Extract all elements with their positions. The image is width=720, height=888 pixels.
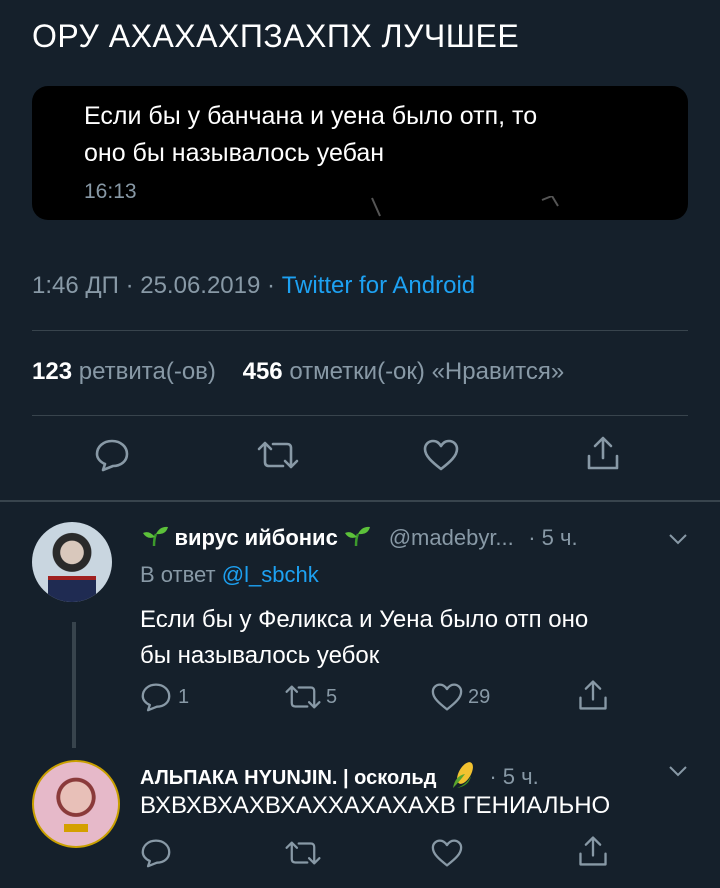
- reply-text: Если бы у Феликса и Уена было отп оно бы…: [140, 602, 588, 674]
- quoted-line-1: Если бы у банчана и уена было отп, то: [84, 102, 538, 130]
- share-icon[interactable]: [576, 678, 610, 712]
- tweet-client-link[interactable]: Twitter for Android: [282, 272, 475, 299]
- share-icon[interactable]: [576, 834, 610, 868]
- reply-icon[interactable]: [94, 438, 130, 472]
- reply-author-name[interactable]: АЛЬПАКА HYUNJIN. | оскольд: [140, 767, 436, 789]
- quoted-line-2: оно бы называлось уебан: [84, 139, 385, 167]
- avatar[interactable]: [32, 522, 112, 602]
- reply-author-handle[interactable]: @madebyr...: [389, 525, 514, 550]
- like-icon[interactable]: [422, 438, 460, 472]
- avatar-accent: [64, 824, 88, 832]
- reply-text-line-1: Если бы у Феликса и Уена было отп оно: [140, 606, 589, 633]
- corn-icon: [452, 762, 473, 788]
- retweet-count[interactable]: 123: [32, 358, 72, 385]
- retweet-icon[interactable]: [256, 440, 300, 470]
- reply-to: В ответ @l_sbchk: [140, 562, 319, 588]
- tweet-text: ОРУ АХАХАХПЗАХПХ ЛУЧШЕЕ: [32, 18, 520, 54]
- thread-connector-line: [72, 622, 76, 748]
- like-count[interactable]: 456: [243, 358, 283, 385]
- sketch-decoration-icon: [371, 196, 559, 217]
- retweet-count: 5: [326, 686, 338, 708]
- retweet-icon[interactable]: [284, 840, 322, 866]
- retweet-label[interactable]: ретвита(-ов): [79, 358, 216, 385]
- retweet-icon[interactable]: [284, 684, 322, 710]
- reply-time: · 5 ч.: [528, 525, 578, 550]
- avatar[interactable]: [32, 760, 120, 848]
- reply-icon[interactable]: [140, 838, 172, 868]
- like-icon[interactable]: [430, 682, 464, 712]
- quoted-message-time: 16:13: [84, 180, 137, 203]
- reply-to-handle-link[interactable]: @l_sbchk: [222, 562, 319, 587]
- reply-text: ВХВХВХАХВХАХХАХАХАХВ ГЕНИАЛЬНО: [140, 792, 611, 819]
- reply-time: · 5 ч.: [489, 764, 539, 789]
- quoted-message-text: Если бы у банчана и уена было отп, то он…: [84, 98, 537, 172]
- reply-header: АЛЬПАКА HYUNJIN. | оскольд · 5 ч.: [140, 760, 539, 790]
- divider: [32, 330, 688, 331]
- seedling-icon: [143, 526, 168, 547]
- avatar-scarf: [48, 576, 96, 602]
- seedling-icon: [345, 526, 371, 547]
- reply-header: вирус ийбонис @madebyr... · 5 ч.: [140, 524, 578, 551]
- tweet-action-bar: [32, 430, 688, 480]
- divider: [32, 415, 688, 416]
- reply-icon[interactable]: [140, 682, 172, 712]
- like-label[interactable]: отметки(-ок) «Нравится»: [289, 358, 564, 385]
- chevron-down-icon[interactable]: [668, 532, 688, 546]
- chevron-down-icon[interactable]: [668, 764, 688, 778]
- quoted-message-image[interactable]: Если бы у банчана и уена было отп, то он…: [32, 86, 688, 220]
- reply-text-line-2: бы называлось уебок: [140, 642, 380, 669]
- reply-author-name[interactable]: вирус ийбонис: [174, 525, 337, 550]
- reply-tweet[interactable]: АЛЬПАКА HYUNJIN. | оскольд · 5 ч. ВХВХВХ…: [0, 752, 720, 888]
- like-icon[interactable]: [430, 838, 464, 868]
- tweet-date: 25.06.2019: [140, 272, 261, 299]
- like-count: 29: [468, 686, 491, 708]
- share-icon[interactable]: [584, 434, 622, 472]
- tweet-meta: 1:46 ДП · 25.06.2019 · Twitter for Andro…: [32, 272, 476, 299]
- tweet-time: 1:46 ДП: [32, 272, 119, 299]
- reply-tweet[interactable]: вирус ийбонис @madebyr... · 5 ч. В ответ…: [0, 502, 720, 752]
- reply-count: 1: [178, 686, 190, 708]
- tweet-stats: 123 ретвита(-ов) 456 отметки(-ок) «Нрави…: [32, 358, 564, 386]
- reply-to-label: В ответ: [140, 562, 216, 587]
